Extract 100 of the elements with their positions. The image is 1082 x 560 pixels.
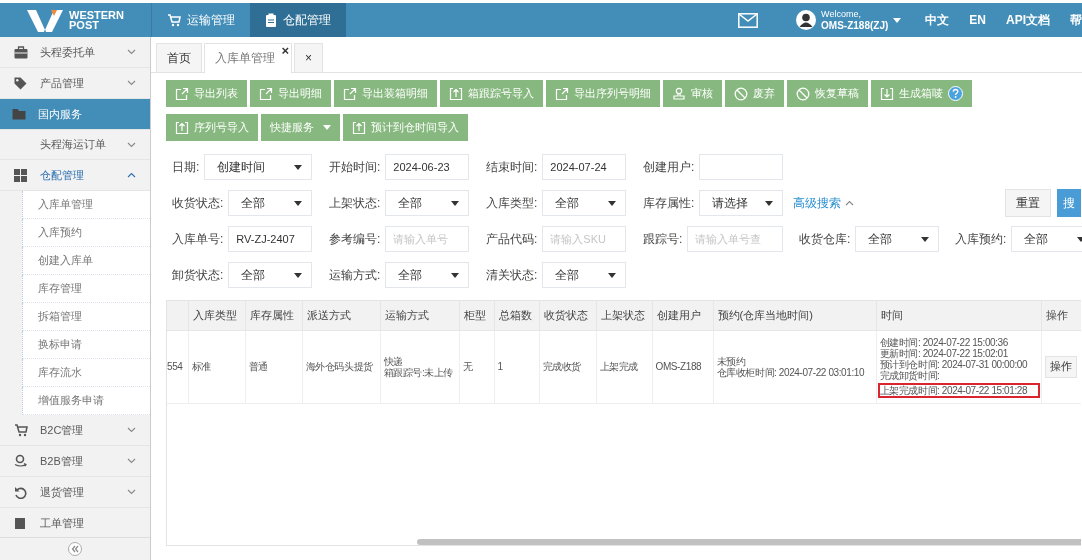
field-label: 创建用户: [643, 158, 695, 176]
table-cell: 1 [497, 361, 503, 372]
dropdown-field[interactable]: 全部 [228, 262, 312, 288]
ban-icon [796, 86, 810, 101]
sidebar-item[interactable]: 入库预约 [22, 219, 150, 247]
column-header: 总箱数 [494, 301, 539, 330]
document-icon [14, 516, 28, 530]
table-cell-text: 箱跟踪号:未上传 [383, 366, 455, 378]
help-icon[interactable] [948, 86, 963, 101]
action-button[interactable]: 操作 [1044, 355, 1077, 378]
collapse-icon[interactable] [68, 542, 82, 556]
column-header: 操作 [1041, 301, 1081, 330]
reset-button[interactable]: 重置 [1005, 189, 1051, 217]
caret-icon [451, 272, 459, 278]
user-menu[interactable]: OMS-Z188(ZJ) [821, 20, 889, 32]
field-label: 参考编号: [329, 230, 381, 248]
field-label: 库存属性: [643, 194, 695, 212]
advanced-search-link[interactable]: 高级搜索 [793, 194, 868, 212]
sidebar-item[interactable]: 工单管理 [0, 508, 150, 537]
column-header: 派送方式 [302, 301, 380, 330]
briefcase-icon [14, 45, 28, 59]
field-label: 卸货状态: [172, 266, 224, 284]
sidebar-item[interactable]: 库存管理 [22, 275, 150, 303]
logo-text: POST [69, 20, 100, 30]
sidebar-item[interactable]: 头程委托单 [0, 37, 150, 68]
table-cell-text: 快递 [383, 355, 404, 367]
upload-icon [175, 120, 189, 135]
input-field[interactable]: 2024-06-23 [385, 154, 469, 180]
nav-tab[interactable]: 仓配管理 [250, 3, 346, 37]
logo-text: WESTERN [69, 10, 124, 20]
input-field[interactable]: RV-ZJ-2407 [228, 226, 312, 252]
cart-icon [167, 13, 181, 27]
caret-icon [294, 164, 302, 170]
sidebar-item[interactable]: B2B管理 [0, 446, 150, 477]
smile-arrow-icon [14, 454, 28, 468]
header-link[interactable]: 帮 [1070, 11, 1082, 29]
field-label: 运输方式: [329, 266, 381, 284]
search-button[interactable]: 搜 [1057, 189, 1081, 217]
tab[interactable]: × [294, 43, 323, 72]
sidebar-item[interactable]: 创建入库单 [22, 247, 150, 275]
field-label: 上架状态: [329, 194, 381, 212]
tab[interactable]: 首页 [156, 43, 202, 72]
folder-icon [12, 108, 26, 120]
upload-icon [352, 120, 366, 135]
field-label: 收货仓库: [799, 230, 851, 248]
sidebar-item[interactable]: 国内服务 [0, 99, 150, 130]
dropdown-field[interactable]: 请选择 [699, 190, 783, 216]
sidebar-item[interactable]: B2C管理 [0, 415, 150, 446]
cart-icon [14, 423, 28, 437]
table-cell: 海外仓码头提货 [305, 360, 373, 372]
dropdown-field[interactable]: 全部 [1011, 226, 1082, 252]
undo-icon [14, 485, 28, 499]
nav-tab[interactable]: 运输管理 [152, 3, 250, 37]
caret-icon [294, 200, 302, 206]
mail-icon[interactable] [738, 12, 759, 28]
scrollbar-thumb[interactable] [417, 539, 1081, 545]
table-cell-text: 创建时间: 2024-07-22 15:00:36 [879, 337, 1009, 348]
dropdown-field[interactable]: 创建时间 [204, 154, 312, 180]
dropdown-field[interactable]: 全部 [542, 190, 626, 216]
w-logo-icon [27, 8, 63, 32]
field-label: 产品代码: [486, 230, 538, 248]
grid-icon [14, 168, 28, 182]
table-cell: 554 [167, 361, 183, 372]
column-header: 收货状态 [539, 301, 596, 330]
table-cell: OMS-Z188 [655, 361, 702, 372]
tab[interactable]: 入库单管理 × [204, 43, 292, 73]
header-link[interactable]: API文档 [1006, 11, 1050, 29]
input-field[interactable]: 2024-07-24 [542, 154, 626, 180]
table-cell-text: 完成卸货时间: [879, 370, 941, 381]
column-header: 上架状态 [596, 301, 652, 330]
dropdown-field[interactable]: 全部 [542, 262, 626, 288]
dropdown-field[interactable]: 全部 [855, 226, 939, 252]
field-label: 开始时间: [329, 158, 381, 176]
sidebar-item[interactable]: 拆箱管理 [22, 303, 150, 331]
table-cell: 上架完成 [599, 360, 638, 372]
header-link[interactable]: EN [969, 13, 986, 27]
tag-icon [14, 76, 28, 90]
sidebar-item[interactable]: 换标申请 [22, 331, 150, 359]
table-cell-text: 预计到仓时间: 2024-07-31 00:00:00 [879, 359, 1029, 370]
column-header: 时间 [876, 301, 1041, 330]
column-header: 入库类型 [188, 301, 245, 330]
caret-icon [608, 272, 616, 278]
field-label: 日期: [172, 158, 200, 176]
column-header: 预约(仓库当地时间) [713, 301, 876, 330]
header-link[interactable]: 中文 [925, 11, 950, 29]
field-label: 跟踪号: [643, 230, 683, 248]
sidebar-item[interactable]: 库存流水 [22, 359, 150, 387]
sidebar-item[interactable]: 退货管理 [0, 477, 150, 508]
close-button[interactable]: × [281, 44, 289, 57]
dropdown-field[interactable]: 全部 [385, 262, 469, 288]
dropdown-field[interactable]: 全部 [228, 190, 312, 216]
clipboard-icon [265, 13, 277, 27]
column-header: 创建用户 [652, 301, 713, 330]
sidebar-item[interactable]: 入库单管理 [22, 191, 150, 219]
upload-icon [449, 86, 463, 101]
export-icon [175, 86, 189, 101]
field-label: 入库单号: [172, 230, 224, 248]
input-field[interactable] [699, 154, 783, 180]
sidebar-item[interactable]: 增值服务申请 [22, 387, 150, 415]
dropdown-field[interactable]: 全部 [385, 190, 469, 216]
